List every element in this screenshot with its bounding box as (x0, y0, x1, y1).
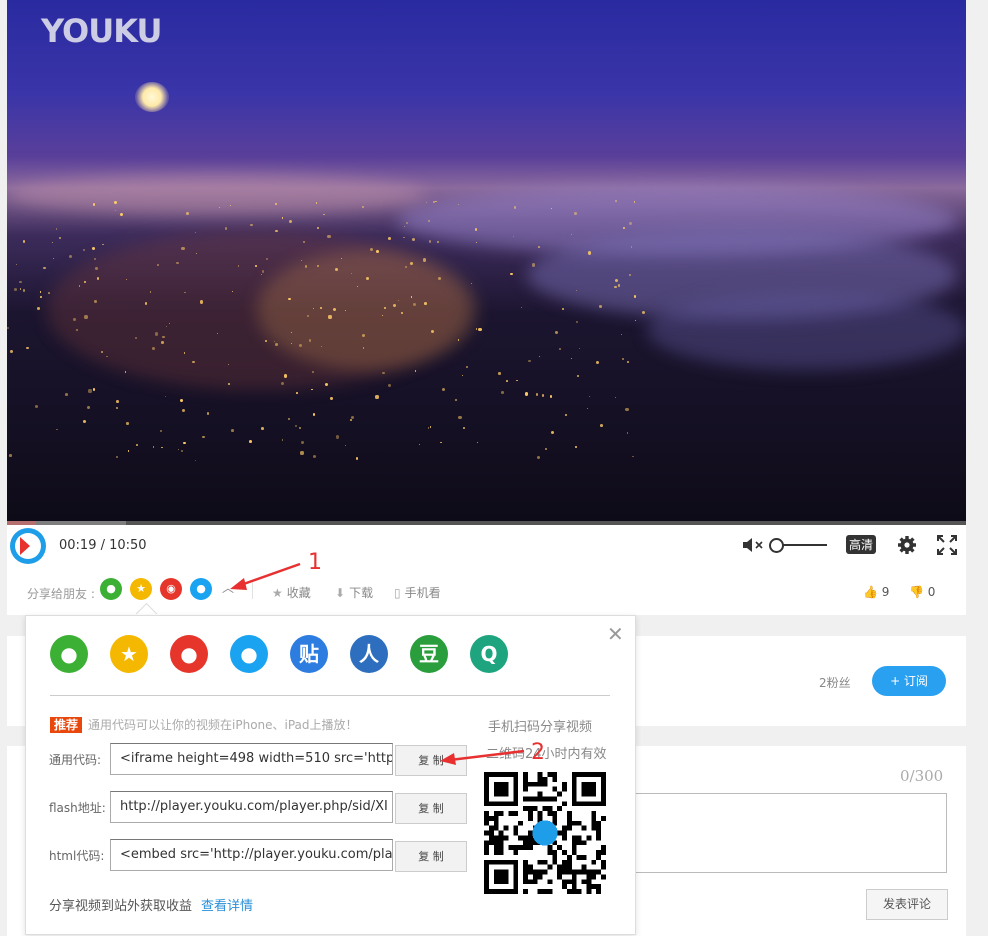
earnings-text: 分享视频到站外获取收益 (49, 899, 193, 914)
popup-separator (50, 695, 610, 696)
video-frame[interactable]: YOUKU (7, 0, 966, 522)
flash-url-input[interactable]: http://player.youku.com/player.php/sid/X… (110, 791, 393, 823)
copy-universal-code-button[interactable]: 复 制 (395, 745, 467, 776)
recommend-message: 通用代码可以让你的视频在iPhone、iPad上播放！ (88, 718, 358, 732)
subscribe-button[interactable]: + 订阅 (872, 666, 946, 696)
renren-share-icon[interactable]: 人 (350, 635, 388, 673)
html-code-input[interactable]: <embed src='http://player.youku.com/pla (110, 839, 393, 871)
settings-gear-icon[interactable] (897, 535, 917, 555)
recommend-tag: 推荐 (50, 717, 83, 733)
tieba-share-icon[interactable]: 贴 (290, 635, 328, 673)
dislike-count: 0 (927, 585, 936, 599)
mute-icon[interactable] (742, 537, 766, 553)
qq-share-icon[interactable]: ● (190, 578, 212, 600)
flash-url-label: flash地址: (49, 801, 106, 815)
html-code-label: html代码: (49, 849, 105, 863)
qr-subtitle: 二维码24小时内有效 (486, 747, 607, 762)
favorite-button[interactable]: ★ 收藏 (272, 584, 311, 601)
close-icon[interactable]: ✕ (607, 624, 624, 644)
annotation-number-2: 2 (531, 740, 545, 765)
star-icon: ★ (272, 586, 283, 600)
view-details-link[interactable]: 查看详情 (201, 895, 253, 914)
qr-code (484, 772, 606, 894)
playback-time: 00:19 / 10:50 (59, 538, 147, 553)
chevron-up-icon[interactable]: ︿ (222, 579, 234, 596)
recommend-notice: 推荐 通用代码可以让你的视频在iPhone、iPad上播放！ (50, 716, 358, 733)
wechat-share-icon[interactable]: ● (100, 578, 122, 600)
moon (135, 82, 169, 112)
fans-count: 2粉丝 (819, 676, 851, 690)
like-button[interactable]: 👍 9 (863, 585, 889, 599)
download-label: 下载 (349, 586, 374, 600)
char-counter: 0/300 (900, 767, 944, 785)
download-button[interactable]: ⬇ 下载 (335, 584, 373, 601)
qzone-q-share-icon[interactable]: Q (470, 635, 508, 673)
post-comment-button[interactable]: 发表评论 (866, 889, 948, 920)
thumbs-down-icon: 👎 (909, 585, 924, 599)
fullscreen-icon[interactable] (937, 535, 957, 555)
universal-code-label: 通用代码: (49, 753, 102, 767)
share-popup: ✕ ● ★ ● ● 贴人豆 Q 推荐 通用代码可以让你的视频在iPhone、iPad上播放！… (25, 615, 636, 935)
quality-button[interactable]: 高清 (846, 535, 877, 554)
share-label: 分享给朋友 : (27, 587, 95, 601)
comment-textarea[interactable] (627, 793, 947, 873)
divider (252, 581, 253, 599)
universal-code-input[interactable]: <iframe height=498 width=510 src='http: (110, 743, 393, 775)
qq-share-icon[interactable]: ● (230, 635, 268, 673)
phone-icon: ▯ (394, 586, 401, 600)
qzone-share-icon[interactable]: ★ (110, 635, 148, 673)
youku-watermark-logo: YOUKU (41, 12, 162, 50)
weibo-share-icon[interactable]: ◉ (160, 578, 182, 600)
thumbs-up-icon: 👍 (863, 585, 878, 599)
volume-knob[interactable] (769, 538, 784, 553)
wechat-share-icon[interactable]: ● (50, 635, 88, 673)
qr-title: 手机扫码分享视频 (488, 720, 593, 735)
play-button[interactable] (10, 528, 46, 564)
douban-share-icon[interactable]: 豆 (410, 635, 448, 673)
mobile-view-button[interactable]: ▯ 手机看 (394, 584, 441, 601)
annotation-number-1: 1 (308, 550, 322, 575)
copy-flash-url-button[interactable]: 复 制 (395, 793, 467, 824)
dislike-button[interactable]: 👎 0 (909, 585, 935, 599)
player-control-bar: 00:19 / 10:50 高清 (7, 525, 966, 565)
qzone-share-icon[interactable]: ★ (130, 578, 152, 600)
page: YOUKU 00:19 / 10:50 高清 分享给朋友: ● ★ ◉ ● ︿… (0, 0, 988, 936)
play-icon (20, 537, 30, 555)
favorite-label: 收藏 (286, 586, 311, 600)
copy-html-code-button[interactable]: 复 制 (395, 841, 467, 872)
download-icon: ⬇ (335, 586, 346, 600)
mobile-label: 手机看 (404, 586, 441, 600)
like-count: 9 (881, 585, 890, 599)
weibo-share-icon[interactable]: ● (170, 635, 208, 673)
